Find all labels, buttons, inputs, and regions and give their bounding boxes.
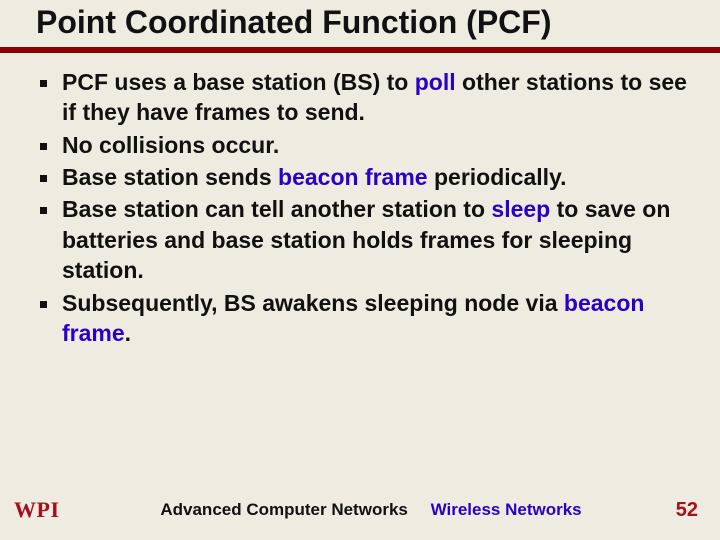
page-number: 52 [664, 499, 720, 522]
slide-footer: WPI Advanced Computer Networks Wireless … [0, 490, 720, 530]
footer-topic: Wireless Networks [431, 500, 582, 519]
slide-content: PCF uses a base station (BS) to poll oth… [0, 53, 720, 348]
footer-center: Advanced Computer Networks Wireless Netw… [78, 500, 664, 520]
bullet-text-post: periodically. [428, 164, 567, 190]
bullet-text-pre: Base station can tell another station to [62, 196, 491, 222]
list-item: PCF uses a base station (BS) to poll oth… [34, 67, 688, 128]
slide-title: Point Coordinated Function (PCF) [36, 4, 696, 41]
list-item: Base station sends beacon frame periodic… [34, 162, 688, 192]
wpi-logo: WPI [14, 497, 78, 523]
bullet-text-post: . [125, 320, 131, 346]
keyword: sleep [491, 196, 550, 222]
list-item: Base station can tell another station to… [34, 194, 688, 285]
bullet-text-pre: PCF uses a base station (BS) to [62, 69, 415, 95]
keyword: beacon frame [278, 164, 428, 190]
bullet-text-pre: No collisions occur. [62, 132, 279, 158]
bullet-list: PCF uses a base station (BS) to poll oth… [34, 67, 688, 348]
keyword: poll [415, 69, 456, 95]
list-item: No collisions occur. [34, 130, 688, 160]
list-item: Subsequently, BS awakens sleeping node v… [34, 288, 688, 349]
logo-text: WPI [14, 497, 60, 523]
title-bar: Point Coordinated Function (PCF) [0, 0, 720, 53]
footer-course: Advanced Computer Networks [160, 500, 408, 519]
bullet-text-pre: Subsequently, BS awakens sleeping node v… [62, 290, 564, 316]
bullet-text-pre: Base station sends [62, 164, 278, 190]
